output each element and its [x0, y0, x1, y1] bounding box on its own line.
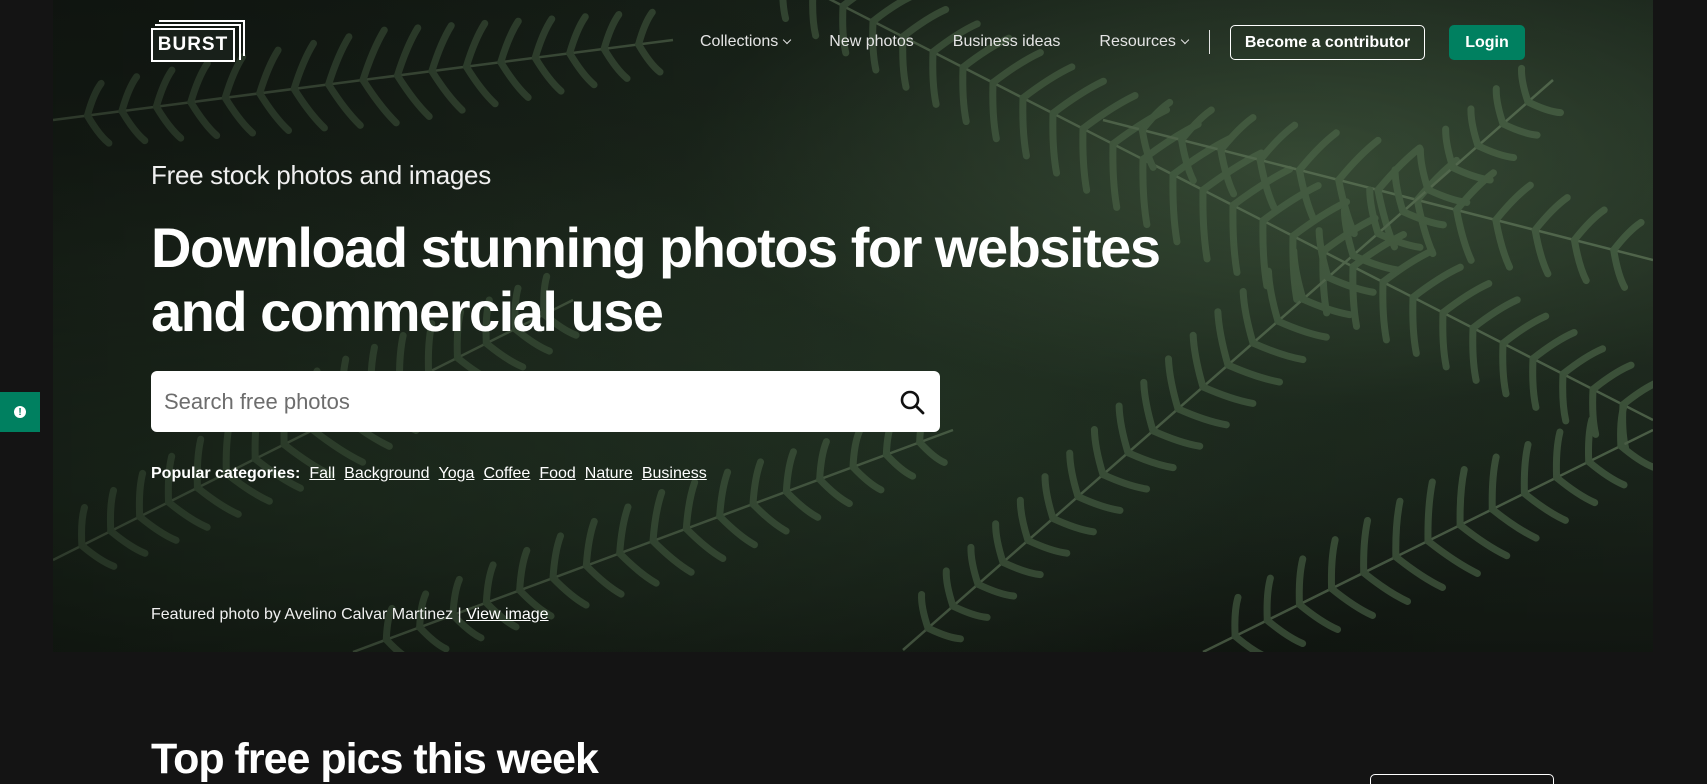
nav-divider	[1208, 30, 1210, 54]
category-link-fall[interactable]: Fall	[309, 465, 335, 483]
chevron-down-icon	[783, 35, 792, 45]
nav-resources-label: Resources	[1099, 33, 1176, 50]
login-button[interactable]: Login	[1449, 24, 1525, 60]
popular-categories-label: Popular categories:	[151, 465, 301, 482]
popular-categories: Popular categories: Fall Background Yoga…	[151, 465, 716, 483]
nav-collections[interactable]: Collections	[700, 33, 792, 51]
category-link-business[interactable]: Business	[642, 465, 707, 483]
info-icon: !	[14, 406, 26, 418]
nav-new-photos[interactable]: New photos	[829, 33, 914, 51]
nav-new-photos-label: New photos	[829, 33, 914, 50]
nav-business-ideas[interactable]: Business ideas	[953, 33, 1061, 51]
photo-credit: Featured photo by Avelino Calvar Martine…	[151, 606, 549, 624]
section-action-button[interactable]	[1370, 774, 1554, 784]
become-contributor-button[interactable]: Become a contributor	[1229, 24, 1426, 60]
hero-headline: Download stunning photos for websites an…	[151, 216, 1161, 343]
search-bar	[151, 370, 940, 433]
burst-logo[interactable]: BURST	[151, 20, 245, 64]
feedback-tab[interactable]: !	[0, 392, 40, 432]
category-link-coffee[interactable]: Coffee	[483, 465, 530, 483]
category-link-background[interactable]: Background	[344, 465, 429, 483]
view-image-link[interactable]: View image	[466, 606, 548, 623]
nav-business-ideas-label: Business ideas	[952, 33, 1061, 50]
page: BURST Collections New photos Business id…	[0, 0, 1707, 784]
category-link-yoga[interactable]: Yoga	[439, 465, 475, 483]
category-link-nature[interactable]: Nature	[585, 465, 633, 483]
logo-text: BURST	[151, 28, 235, 62]
search-input[interactable]	[151, 370, 898, 433]
nav-resources[interactable]: Resources	[1099, 33, 1190, 51]
nav-collections-label: Collections	[700, 33, 779, 50]
top-nav: Collections New photos Business ideas Re…	[700, 24, 1525, 60]
chevron-down-icon	[1180, 35, 1190, 45]
hero-eyebrow: Free stock photos and images	[151, 160, 491, 190]
category-link-food[interactable]: Food	[539, 465, 575, 483]
photo-credit-text: Featured photo by Avelino Calvar Martine…	[151, 606, 462, 623]
section-title: Top free pics this week	[151, 735, 599, 783]
search-icon[interactable]	[898, 388, 926, 416]
